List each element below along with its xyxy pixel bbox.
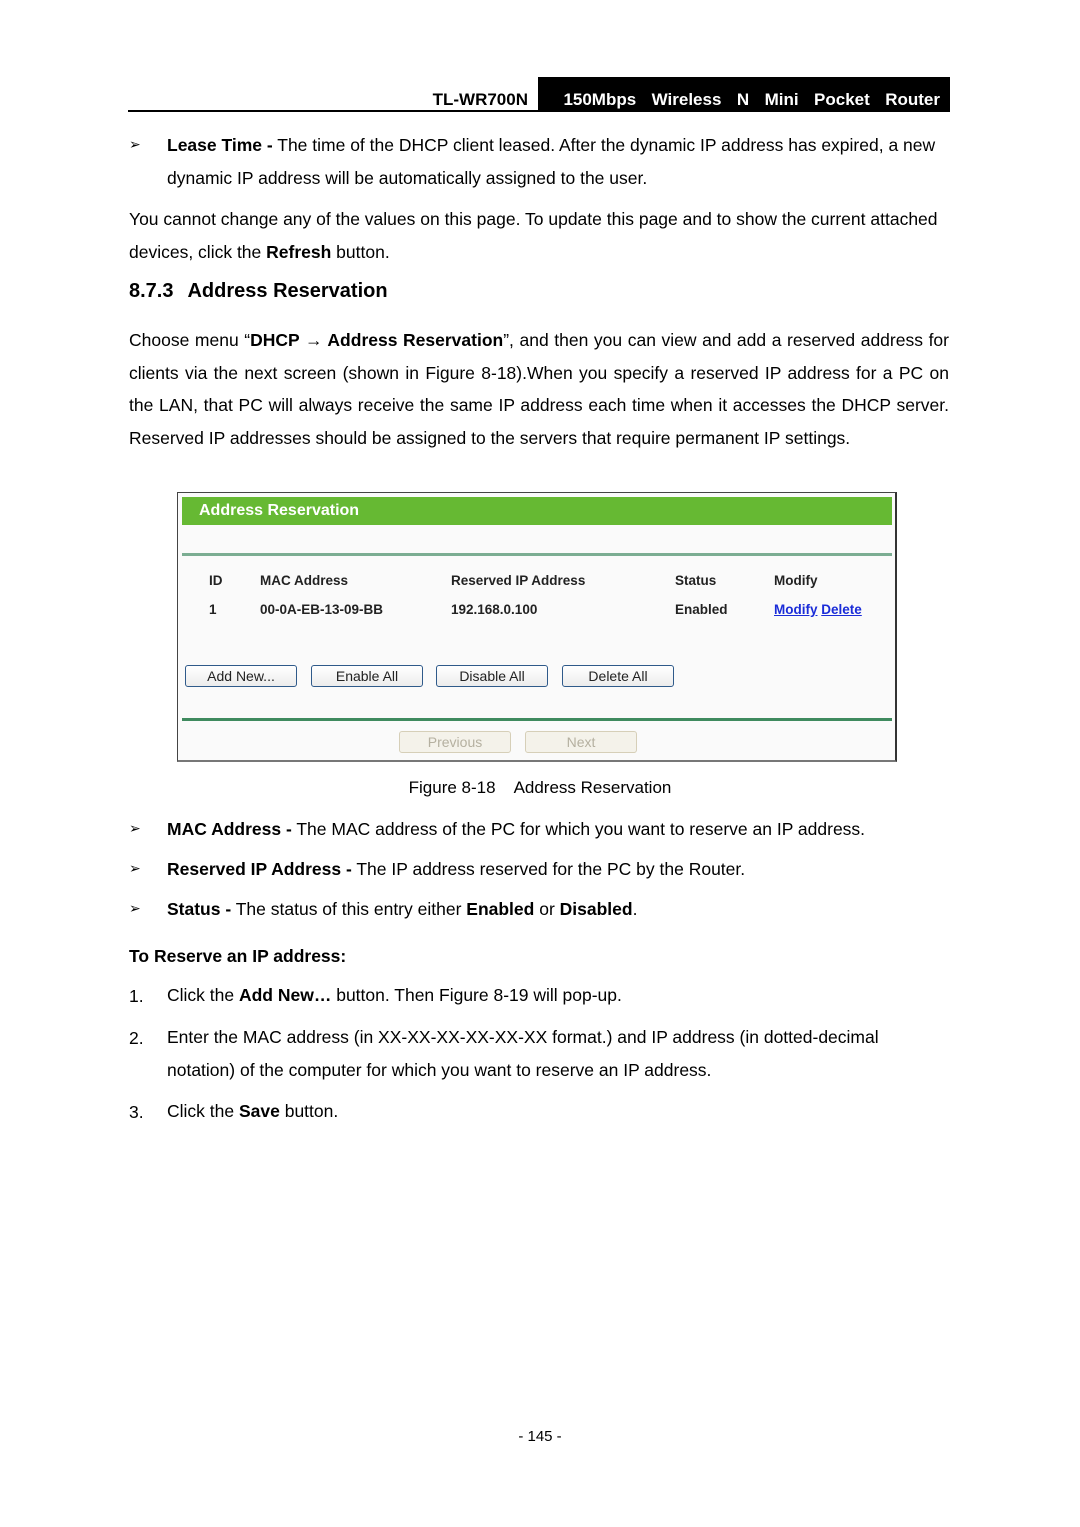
definition-reserved-ip: Reserved IP Address - The IP address res… xyxy=(167,853,949,886)
product-name-text: 150Mbps Wireless N Mini Pocket Router xyxy=(563,90,940,109)
divider xyxy=(182,553,892,556)
definition-mac-address: MAC Address - The MAC address of the PC … xyxy=(167,813,949,846)
disable-all-button[interactable]: Disable All xyxy=(436,665,548,687)
menu-address-reservation: Address Reservation xyxy=(327,330,504,350)
bullet-icon: ➢ xyxy=(129,136,141,152)
product-name: 150Mbps Wireless N Mini Pocket Router xyxy=(538,77,950,112)
running-header: TL-WR700N 150Mbps Wireless N Mini Pocket… xyxy=(128,77,950,112)
term: Lease Time - xyxy=(167,135,273,155)
procedure-title: To Reserve an IP address: xyxy=(129,946,347,966)
figure-caption: Figure 8-18 Address Reservation xyxy=(0,778,1080,798)
intro-text: You cannot change any of the values on t… xyxy=(129,209,938,262)
address-reservation-screenshot: Address Reservation ID MAC Address Reser… xyxy=(177,492,897,762)
definition-text: The time of the DHCP client leased. Afte… xyxy=(167,135,936,188)
caption-label: Figure 8-18 xyxy=(408,778,496,797)
disabled-term: Disabled xyxy=(559,899,633,919)
row-id: 1 xyxy=(209,602,217,617)
term: Status - xyxy=(167,899,232,919)
text: . xyxy=(632,899,638,919)
text: Click the xyxy=(167,985,239,1005)
text: or xyxy=(534,899,560,919)
step-number: 3. xyxy=(129,1102,144,1122)
enable-all-button[interactable]: Enable All xyxy=(311,665,423,687)
step-1: Click the Add New… button. Then Figure 8… xyxy=(167,979,949,1012)
next-button[interactable]: Next xyxy=(525,731,637,753)
bullet-icon: ➢ xyxy=(129,860,141,876)
definition-text: The MAC address of the PC for which you … xyxy=(291,819,866,839)
previous-button[interactable]: Previous xyxy=(399,731,511,753)
text: button. xyxy=(279,1101,339,1121)
arrow-icon: → xyxy=(299,330,328,350)
page-number: - 145 - xyxy=(518,1428,562,1445)
text: Choose menu “ xyxy=(129,330,251,350)
enabled-term: Enabled xyxy=(466,899,535,919)
lease-time-definition: Lease Time - The time of the DHCP client… xyxy=(167,129,949,194)
column-header-mac: MAC Address xyxy=(260,573,349,588)
column-header-status: Status xyxy=(675,573,717,588)
intro-paragraph: You cannot change any of the values on t… xyxy=(129,203,949,268)
add-new-button[interactable]: Add New... xyxy=(185,665,297,687)
add-new-term: Add New… xyxy=(238,985,332,1005)
column-header-ip: Reserved IP Address xyxy=(451,573,586,588)
step-number: 1. xyxy=(129,986,144,1006)
menu-dhcp: DHCP xyxy=(250,330,300,350)
panel-title: Address Reservation xyxy=(182,497,892,525)
divider xyxy=(182,718,892,721)
term: Reserved IP Address - xyxy=(167,859,352,879)
term: MAC Address - xyxy=(167,819,292,839)
section-intro-paragraph: Choose menu “DHCP → Address Reservation”… xyxy=(129,324,949,454)
model-name: TL-WR700N xyxy=(432,90,528,109)
step-number: 2. xyxy=(129,1028,144,1048)
delete-link[interactable]: Delete xyxy=(821,602,862,617)
text: Click the xyxy=(167,1101,239,1121)
text: Enter the MAC address (in XX-XX-XX-XX-XX… xyxy=(167,1027,879,1080)
section-number: 8.7.3 xyxy=(129,280,174,302)
section-heading: 8.7.3 Address Reservation xyxy=(129,280,388,303)
row-actions: Modify Delete xyxy=(774,602,862,617)
intro-text-end: button. xyxy=(331,241,390,262)
row-status: Enabled xyxy=(675,602,728,617)
row-mac: 00-0A-EB-13-09-BB xyxy=(260,602,384,617)
step-2: Enter the MAC address (in XX-XX-XX-XX-XX… xyxy=(167,1021,949,1086)
text: button. Then Figure 8-19 will pop-up. xyxy=(331,985,622,1005)
section-title: Address Reservation xyxy=(187,280,388,302)
row-ip: 192.168.0.100 xyxy=(451,602,538,617)
bullet-icon: ➢ xyxy=(129,900,141,916)
caption-title: Address Reservation xyxy=(513,778,672,797)
definition-status: Status - The status of this entry either… xyxy=(167,893,949,926)
step-3: Click the Save button. xyxy=(167,1095,949,1128)
definition-text: The status of this entry either xyxy=(231,899,467,919)
delete-all-button[interactable]: Delete All xyxy=(562,665,674,687)
refresh-term: Refresh xyxy=(266,241,332,262)
column-header-modify: Modify xyxy=(774,573,818,588)
save-term: Save xyxy=(238,1101,280,1121)
header-rule xyxy=(128,110,538,112)
definition-text: The IP address reserved for the PC by th… xyxy=(351,859,746,879)
column-header-id: ID xyxy=(209,573,223,588)
modify-link[interactable]: Modify xyxy=(774,602,818,617)
bullet-icon: ➢ xyxy=(129,820,141,836)
